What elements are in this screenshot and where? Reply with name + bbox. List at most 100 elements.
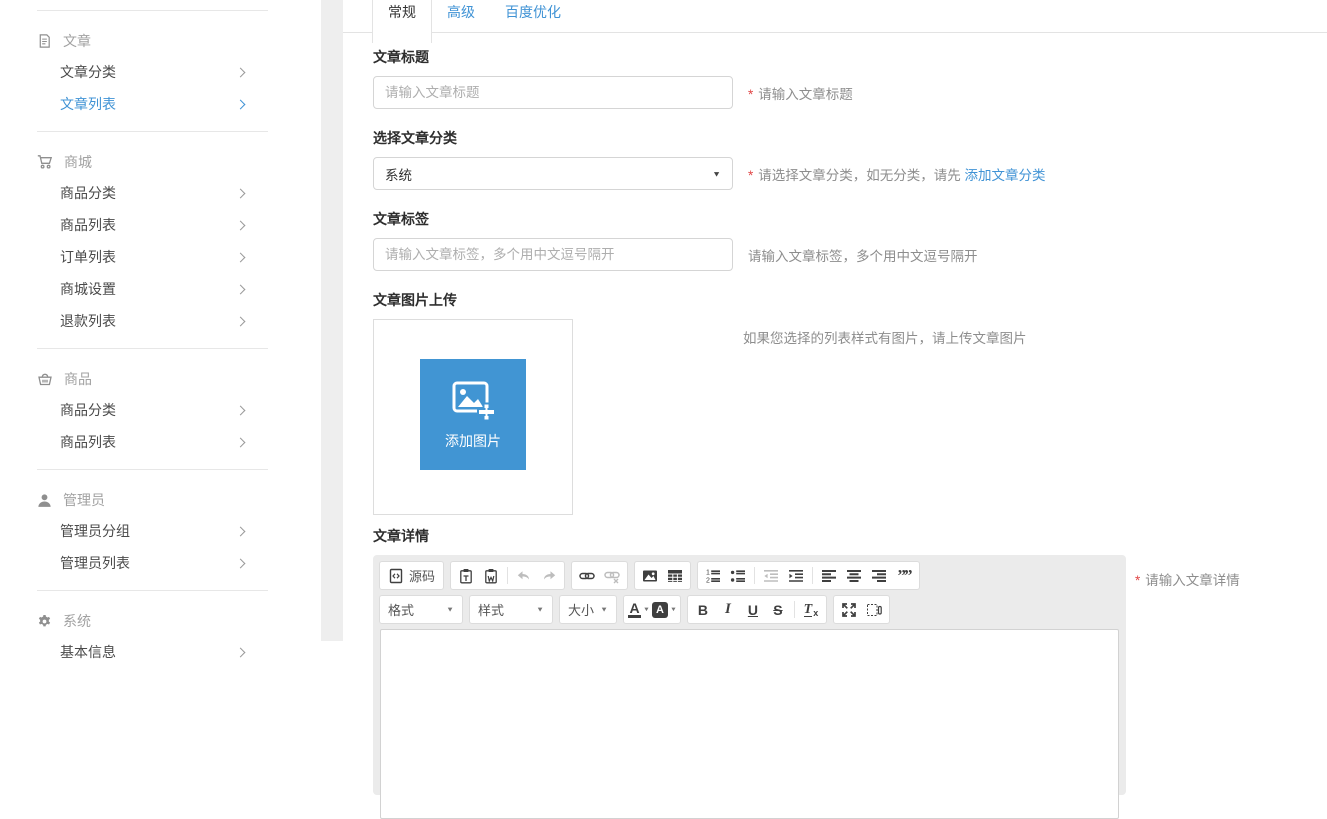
add-image-icon bbox=[450, 378, 496, 424]
insert-image-button[interactable] bbox=[638, 564, 662, 587]
add-category-link[interactable]: 添加文章分类 bbox=[965, 168, 1046, 183]
align-center-button[interactable] bbox=[842, 564, 866, 587]
bulleted-list-icon bbox=[730, 568, 746, 584]
bold-button[interactable]: B bbox=[691, 598, 715, 621]
tab-label: 高级 bbox=[447, 0, 475, 24]
note-text: 如果您选择的列表样式有图片，请上传文章图片 bbox=[743, 331, 1027, 346]
sidebar-section-article-header[interactable]: 文章 bbox=[37, 26, 268, 56]
link-button[interactable] bbox=[575, 564, 599, 587]
sidebar-item-admin-group[interactable]: 管理员分组 bbox=[37, 515, 268, 547]
chevron-right-icon bbox=[236, 188, 246, 198]
bulleted-list-button[interactable] bbox=[726, 564, 750, 587]
note-text: 请输入文章标签，多个用中文逗号隔开 bbox=[748, 249, 978, 264]
sidebar-section-admin-header[interactable]: 管理员 bbox=[37, 485, 268, 515]
detail-field-label: 文章详情 bbox=[373, 529, 1327, 544]
toolbar-separator bbox=[812, 567, 813, 584]
sidebar-item-label: 商品分类 bbox=[60, 183, 116, 203]
sidebar-item-label: 管理员列表 bbox=[60, 553, 130, 573]
image-icon bbox=[642, 568, 658, 584]
italic-button[interactable]: I bbox=[716, 598, 740, 621]
sidebar-section-label: 管理员 bbox=[63, 490, 105, 510]
align-left-icon bbox=[821, 568, 837, 584]
tab-advanced[interactable]: 高级 bbox=[432, 0, 490, 33]
outdent-button[interactable] bbox=[759, 564, 783, 587]
underline-button[interactable]: U bbox=[741, 598, 765, 621]
blockquote-button[interactable]: ”” bbox=[892, 564, 916, 587]
cart-icon bbox=[37, 154, 53, 170]
sidebar-item-product-category[interactable]: 商品分类 bbox=[37, 394, 268, 426]
sidebar-section-label: 文章 bbox=[63, 31, 91, 51]
tab-label: 常规 bbox=[388, 0, 416, 24]
form-row-detail: 文章详情 源码 bbox=[373, 529, 1327, 795]
paste-word-icon bbox=[483, 568, 499, 584]
sidebar-section-product-header[interactable]: 商品 bbox=[37, 364, 268, 394]
sidebar-item-order-list[interactable]: 订单列表 bbox=[37, 241, 268, 273]
show-blocks-button[interactable] bbox=[862, 598, 886, 621]
chevron-right-icon bbox=[236, 526, 246, 536]
sidebar-item-goods-list[interactable]: 商品列表 bbox=[37, 209, 268, 241]
unlink-button[interactable] bbox=[600, 564, 624, 587]
chevron-right-icon bbox=[236, 252, 246, 262]
bg-color-button[interactable]: A ▼ bbox=[652, 598, 677, 621]
caret-down-icon: ▼ bbox=[670, 607, 677, 613]
sidebar-section-label: 商城 bbox=[64, 152, 92, 172]
bold-icon: B bbox=[698, 602, 708, 618]
document-icon bbox=[37, 33, 52, 49]
sidebar-section-label: 系统 bbox=[63, 611, 91, 631]
undo-icon bbox=[516, 568, 532, 584]
indent-button[interactable] bbox=[784, 564, 808, 587]
article-category-select[interactable]: 系统 ▼ bbox=[373, 157, 733, 190]
svg-text:1: 1 bbox=[706, 569, 710, 576]
sidebar-item-label: 基本信息 bbox=[60, 642, 116, 662]
user-icon bbox=[37, 493, 52, 508]
numbered-list-button[interactable]: 12 bbox=[701, 564, 725, 587]
insert-table-button[interactable] bbox=[663, 564, 687, 587]
sidebar-item-mall-settings[interactable]: 商城设置 bbox=[37, 273, 268, 305]
toolbar-separator bbox=[754, 567, 755, 584]
chevron-right-icon bbox=[236, 220, 246, 230]
sidebar-item-label: 文章分类 bbox=[60, 62, 116, 82]
tab-baidu-seo[interactable]: 百度优化 bbox=[490, 0, 576, 33]
align-right-button[interactable] bbox=[867, 564, 891, 587]
remove-format-button[interactable]: Tx bbox=[799, 598, 823, 621]
paste-word-button[interactable] bbox=[479, 564, 503, 587]
sidebar-item-goods-category[interactable]: 商品分类 bbox=[37, 177, 268, 209]
basket-icon bbox=[37, 371, 53, 387]
redo-button[interactable] bbox=[537, 564, 561, 587]
sidebar-section-system-header[interactable]: 系统 bbox=[37, 606, 268, 636]
source-button[interactable]: 源码 bbox=[383, 564, 440, 587]
style-select[interactable]: 样式 ▼ bbox=[469, 595, 553, 624]
sidebar-item-article-category[interactable]: 文章分类 bbox=[37, 56, 268, 88]
redo-icon bbox=[541, 568, 557, 584]
maximize-button[interactable] bbox=[837, 598, 861, 621]
editor-content-area[interactable] bbox=[380, 629, 1119, 819]
sidebar-content-gutter bbox=[321, 0, 343, 641]
required-star: * bbox=[748, 168, 753, 183]
source-label: 源码 bbox=[409, 566, 435, 585]
unlink-icon bbox=[604, 568, 620, 584]
align-left-button[interactable] bbox=[817, 564, 841, 587]
article-title-input[interactable] bbox=[373, 76, 733, 109]
toolbar-separator bbox=[794, 601, 795, 618]
format-select[interactable]: 格式 ▼ bbox=[379, 595, 463, 624]
italic-icon: I bbox=[725, 601, 731, 618]
add-image-button[interactable]: 添加图片 bbox=[420, 359, 526, 470]
format-select-label: 格式 bbox=[388, 600, 414, 619]
undo-button[interactable] bbox=[512, 564, 536, 587]
tab-general[interactable]: 常规 bbox=[372, 0, 432, 43]
sidebar-section-mall-header[interactable]: 商城 bbox=[37, 147, 268, 177]
article-tags-input[interactable] bbox=[373, 238, 733, 271]
bg-color-icon: A bbox=[652, 602, 668, 618]
paste-text-button[interactable] bbox=[454, 564, 478, 587]
text-color-button[interactable]: A ▼ bbox=[627, 598, 651, 621]
sidebar-item-admin-list[interactable]: 管理员列表 bbox=[37, 547, 268, 579]
sidebar-item-product-list[interactable]: 商品列表 bbox=[37, 426, 268, 458]
numbered-list-icon: 12 bbox=[705, 568, 721, 584]
sidebar-item-article-list[interactable]: 文章列表 bbox=[37, 88, 268, 120]
note-text: 请选择文章分类，如无分类，请先 bbox=[758, 168, 964, 183]
size-select[interactable]: 大小 ▼ bbox=[559, 595, 617, 624]
selected-category-value: 系统 bbox=[385, 164, 412, 184]
strikethrough-button[interactable]: S bbox=[766, 598, 790, 621]
title-field-label: 文章标题 bbox=[373, 50, 1327, 65]
sidebar-item-refund-list[interactable]: 退款列表 bbox=[37, 305, 268, 337]
